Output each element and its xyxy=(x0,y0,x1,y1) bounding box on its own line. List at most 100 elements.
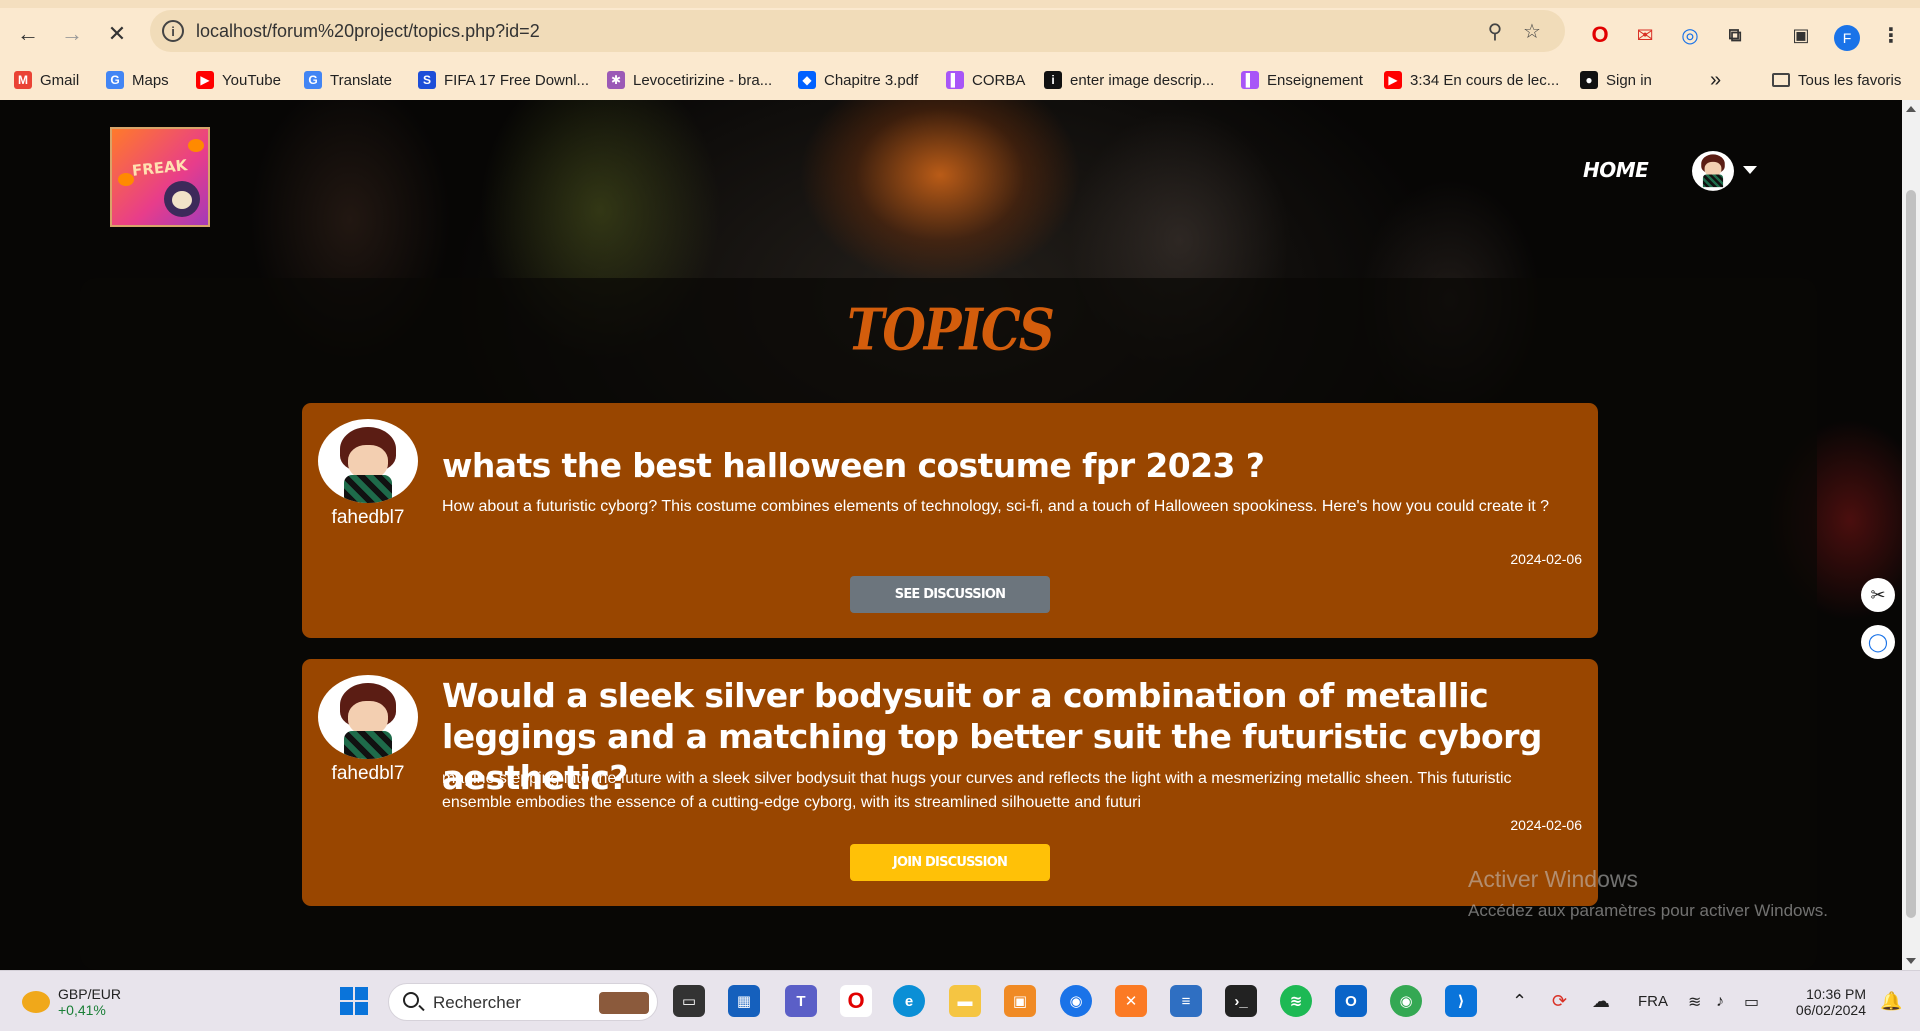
store-icon[interactable]: ▦ xyxy=(728,985,760,1017)
chat-extension-icon[interactable]: ◎ xyxy=(1677,22,1703,48)
notepad-icon[interactable]: ≡ xyxy=(1170,985,1202,1017)
chat-bubble-icon[interactable]: ◯ xyxy=(1861,625,1895,659)
molecule-icon: ✱ xyxy=(607,71,625,89)
activation-watermark-text: Accédez aux paramètres pour activer Wind… xyxy=(1468,901,1828,920)
ticker-name: GBP/EUR xyxy=(58,985,122,1002)
bookmark-label: Sign in xyxy=(1606,71,1652,89)
page-viewport: FREAK HOME TOPICS fahedbl7 whats the bes… xyxy=(0,100,1902,970)
bookmark-label: YouTube xyxy=(222,71,281,89)
bookmark-icon: ▌ xyxy=(946,71,964,89)
topic-description: How about a futuristic cyborg? This cost… xyxy=(442,498,1550,515)
author-name[interactable]: fahedbl7 xyxy=(308,763,428,785)
bookmark-item[interactable]: ▌ Enseignement xyxy=(1241,60,1363,100)
logo-text: FREAK xyxy=(131,156,189,180)
user-avatar[interactable] xyxy=(1692,151,1734,191)
scroll-down-arrow[interactable] xyxy=(1906,958,1916,964)
clock-time: 10:36 PM xyxy=(1806,985,1866,1002)
clock[interactable]: 10:36 PM 06/02/2024 xyxy=(1786,971,1866,1031)
page-title: TOPICS xyxy=(847,295,1055,364)
teams-icon[interactable]: T xyxy=(785,985,817,1017)
activation-watermark-title: Activer Windows xyxy=(1468,866,1638,892)
coins-icon xyxy=(22,990,50,1013)
bookmark-label: FIFA 17 Free Downl... xyxy=(444,71,590,89)
forward-button[interactable]: → xyxy=(56,18,88,50)
scroll-up-arrow[interactable] xyxy=(1906,106,1916,112)
chrome-profile-icon[interactable]: ◉ xyxy=(1390,985,1422,1017)
stop-loading-button[interactable]: ✕ xyxy=(101,18,133,50)
search-placeholder: Rechercher xyxy=(433,993,521,1012)
stock-widget[interactable]: GBP/EUR +0,41% xyxy=(22,971,121,1031)
see-discussion-button[interactable]: See discussion xyxy=(850,576,1050,613)
bookmark-item[interactable]: ◆ Chapitre 3.pdf xyxy=(798,60,918,100)
bookmark-label: Enseignement xyxy=(1267,71,1363,89)
author-avatar[interactable] xyxy=(318,675,418,759)
menu-kebab-icon[interactable]: ⋮ xyxy=(1878,22,1904,48)
sync-icon[interactable]: ⟳ xyxy=(1552,971,1567,1031)
site-logo[interactable]: FREAK xyxy=(110,127,210,227)
edge-icon[interactable]: e xyxy=(893,985,925,1017)
cloud-icon[interactable]: ☁ xyxy=(1592,971,1610,1031)
outlook-icon[interactable]: O xyxy=(1335,985,1367,1017)
youtube-icon: ▶ xyxy=(196,71,214,89)
bookmark-item[interactable]: i enter image descrip... xyxy=(1044,60,1214,100)
zoom-icon[interactable]: ⚲ xyxy=(1483,19,1507,43)
bookmark-item[interactable]: ▌ CORBA xyxy=(946,60,1025,100)
spotify-icon[interactable]: ≋ xyxy=(1280,985,1312,1017)
search-icon xyxy=(403,992,419,1008)
windows-start-icon[interactable] xyxy=(338,985,370,1017)
scroll-thumb[interactable] xyxy=(1906,190,1916,918)
author-name[interactable]: fahedbl7 xyxy=(308,507,428,529)
page-scrollbar[interactable] xyxy=(1902,100,1920,970)
bookmark-item[interactable]: ▶ YouTube xyxy=(196,60,281,100)
mail-extension-icon[interactable]: ✉ xyxy=(1632,22,1658,48)
author-avatar[interactable] xyxy=(318,419,418,503)
taskbar-search[interactable]: Rechercher xyxy=(388,983,658,1021)
tray-overflow-chevron-icon[interactable]: ⌃ xyxy=(1512,971,1527,1031)
site-info-icon[interactable]: i xyxy=(162,20,184,42)
address-bar[interactable]: i localhost/forum%20project/topics.php?i… xyxy=(150,10,1565,52)
chrome-icon[interactable]: ◉ xyxy=(1060,985,1092,1017)
bookmark-label: CORBA xyxy=(972,71,1026,89)
join-discussion-button[interactable]: Join discussion xyxy=(850,844,1050,881)
xampp-icon[interactable]: ✕ xyxy=(1115,985,1147,1017)
battery-icon[interactable]: ▭ xyxy=(1744,971,1759,1031)
windows-taskbar: GBP/EUR +0,41% Rechercher ▭ ▦ T O e ▬ ▣ … xyxy=(0,970,1920,1031)
side-panel-icon[interactable]: ▣ xyxy=(1788,22,1814,48)
url-text: localhost/forum%20project/topics.php?id=… xyxy=(196,21,540,41)
opera-icon[interactable]: O xyxy=(840,985,872,1017)
scissors-icon[interactable]: ✂ xyxy=(1861,578,1895,612)
language-indicator[interactable]: FRA xyxy=(1638,971,1668,1031)
all-favorites-button[interactable]: Tous les favoris xyxy=(1772,60,1901,100)
extensions-puzzle-icon[interactable]: ⧉ xyxy=(1722,22,1748,48)
profile-avatar[interactable]: F xyxy=(1834,25,1860,51)
youtube-icon: ▶ xyxy=(1384,71,1402,89)
xampp-window-icon[interactable]: ▣ xyxy=(1004,985,1036,1017)
wifi-icon[interactable]: ≋ xyxy=(1688,971,1701,1031)
bookmark-item[interactable]: ● Sign in xyxy=(1580,60,1652,100)
notification-bell-icon[interactable]: 🔔 xyxy=(1880,971,1902,1031)
topic-title[interactable]: whats the best halloween costume fpr 202… xyxy=(442,445,1582,486)
bookmark-item[interactable]: M Gmail xyxy=(14,60,79,100)
back-button[interactable]: ← xyxy=(12,18,44,50)
opera-extension-icon[interactable]: O xyxy=(1587,22,1613,48)
task-view-icon[interactable]: ▭ xyxy=(673,985,705,1017)
dropbox-icon: ◆ xyxy=(798,71,816,89)
bookmarks-more-button[interactable]: » xyxy=(1710,60,1721,100)
chevron-down-icon[interactable] xyxy=(1743,166,1757,174)
topic-date: 2024-02-06 xyxy=(1510,551,1582,567)
terminal-icon[interactable]: ›_ xyxy=(1225,985,1257,1017)
volume-icon[interactable]: ♪ xyxy=(1716,971,1724,1031)
file-explorer-icon[interactable]: ▬ xyxy=(949,985,981,1017)
pumpkin-icon xyxy=(188,139,204,152)
bookmark-item[interactable]: G Maps xyxy=(106,60,169,100)
bookmark-label: Translate xyxy=(330,71,392,89)
vscode-icon[interactable]: ⟩ xyxy=(1445,985,1477,1017)
bookmark-item[interactable]: ▶ 3:34 En cours de lec... xyxy=(1384,60,1559,100)
nav-home-link[interactable]: HOME xyxy=(1583,158,1649,182)
bookmark-label: 3:34 En cours de lec... xyxy=(1410,71,1560,89)
star-bookmark-icon[interactable]: ☆ xyxy=(1520,19,1544,43)
bookmark-label: Levocetirizine - bra... xyxy=(633,71,773,89)
bookmark-item[interactable]: ✱ Levocetirizine - bra... xyxy=(607,60,772,100)
bookmark-item[interactable]: G Translate xyxy=(304,60,392,100)
bookmark-item[interactable]: S FIFA 17 Free Downl... xyxy=(418,60,589,100)
